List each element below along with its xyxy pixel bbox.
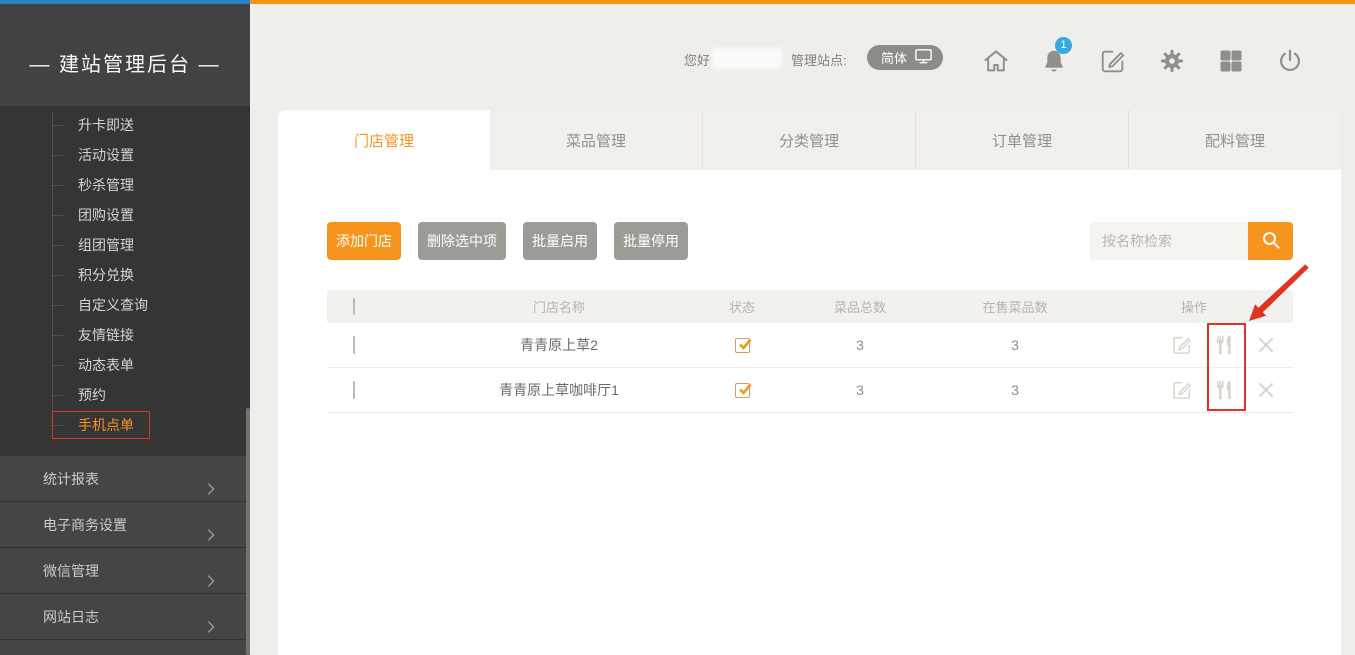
table-row: 青青原上草2 3 3 xyxy=(327,323,1293,368)
tab-ingredient-management[interactable]: 配料管理 xyxy=(1128,110,1341,170)
tab-store-management[interactable]: 门店管理 xyxy=(278,110,490,170)
dish-total: 3 xyxy=(785,382,935,398)
tab-dish-management[interactable]: 菜品管理 xyxy=(490,110,702,170)
status-checkbox-checked[interactable] xyxy=(735,338,750,353)
sidebar-section-statistics[interactable]: 统计报表 xyxy=(0,455,250,501)
red-highlight-box-sidebar xyxy=(52,411,150,439)
fork-knife-icon[interactable] xyxy=(1213,379,1235,401)
sidebar-section-wechat[interactable]: 微信管理 xyxy=(0,547,250,593)
header-on-sale-count: 在售菜品数 xyxy=(935,297,1095,316)
chevron-right-icon xyxy=(202,516,220,534)
sidebar-item-upgrade-card-gift[interactable]: 升卡即送 xyxy=(0,110,250,140)
sidebar-item-custom-query[interactable]: 自定义查询 xyxy=(0,290,250,320)
content-panel: 门店管理 菜品管理 分类管理 订单管理 配料管理 添加门店 删除选中项 批量启用… xyxy=(278,110,1341,655)
admin-screen: — 建站管理后台 — 升卡即送 活动设置 秒杀管理 团购设置 组团管理 积分兑换… xyxy=(0,0,1355,655)
power-icon[interactable] xyxy=(1276,47,1304,75)
search-icon xyxy=(1259,228,1283,255)
batch-disable-button[interactable]: 批量停用 xyxy=(614,222,688,260)
header-dish-total: 菜品总数 xyxy=(785,297,935,316)
main-area: 您好 管理站点: 简体 1 门店管理 菜品管理 xyxy=(250,4,1355,655)
edit-icon[interactable] xyxy=(1171,334,1193,356)
sidebar-header: — 建站管理后台 — xyxy=(0,4,250,106)
fork-knife-icon[interactable] xyxy=(1213,334,1235,356)
store-table: 门店名称 状态 菜品总数 在售菜品数 操作 青青原上草2 3 3 xyxy=(327,290,1293,413)
dish-total: 3 xyxy=(785,337,935,353)
sidebar-item-dynamic-forms[interactable]: 动态表单 xyxy=(0,350,250,380)
status-checkbox-checked[interactable] xyxy=(735,383,750,398)
batch-enable-button[interactable]: 批量启用 xyxy=(523,222,597,260)
notification-badge: 1 xyxy=(1055,37,1072,54)
edit-icon[interactable] xyxy=(1099,47,1127,75)
select-all-checkbox[interactable] xyxy=(353,298,355,315)
delete-icon[interactable] xyxy=(1255,334,1277,356)
sidebar-item-group-manage[interactable]: 组团管理 xyxy=(0,230,250,260)
sidebar-section-site-logs[interactable]: 网站日志 xyxy=(0,593,250,639)
table-header-row: 门店名称 状态 菜品总数 在售菜品数 操作 xyxy=(327,290,1293,323)
sidebar: — 建站管理后台 — 升卡即送 活动设置 秒杀管理 团购设置 组团管理 积分兑换… xyxy=(0,4,250,655)
row-checkbox[interactable] xyxy=(353,381,355,399)
redacted-username xyxy=(712,48,782,69)
sidebar-item-flash-sale[interactable]: 秒杀管理 xyxy=(0,170,250,200)
home-icon[interactable] xyxy=(982,47,1010,75)
chevron-right-icon xyxy=(202,470,220,488)
header-actions: 操作 xyxy=(1095,297,1293,316)
search-input[interactable] xyxy=(1090,222,1248,260)
on-sale-count: 3 xyxy=(935,337,1095,353)
edit-icon[interactable] xyxy=(1171,379,1193,401)
managed-site-label: 管理站点: xyxy=(791,50,847,69)
header-store-name: 门店名称 xyxy=(419,297,699,316)
app-title: — 建站管理后台 — xyxy=(0,48,250,77)
sidebar-item-reservation[interactable]: 预约 xyxy=(0,380,250,410)
sidebar-item-points-exchange[interactable]: 积分兑换 xyxy=(0,260,250,290)
chevron-right-icon xyxy=(202,608,220,626)
row-checkbox[interactable] xyxy=(353,336,355,354)
sidebar-item-friend-links[interactable]: 友情链接 xyxy=(0,320,250,350)
search-bar xyxy=(1090,222,1293,260)
table-row: 青青原上草咖啡厅1 3 3 xyxy=(327,368,1293,413)
sidebar-submenu: 升卡即送 活动设置 秒杀管理 团购设置 组团管理 积分兑换 自定义查询 友情链接… xyxy=(0,106,250,455)
chevron-right-icon xyxy=(202,562,220,580)
greeting-text: 您好 xyxy=(684,50,710,69)
tab-order-management[interactable]: 订单管理 xyxy=(915,110,1128,170)
tab-bar: 门店管理 菜品管理 分类管理 订单管理 配料管理 xyxy=(278,110,1341,170)
on-sale-count: 3 xyxy=(935,382,1095,398)
store-name: 青青原上草咖啡厅1 xyxy=(419,380,699,400)
apps-grid-icon[interactable] xyxy=(1217,47,1245,75)
add-store-button[interactable]: 添加门店 xyxy=(327,222,401,260)
sidebar-sections: 统计报表 电子商务设置 微信管理 网站日志 xyxy=(0,455,250,655)
delete-icon[interactable] xyxy=(1255,379,1277,401)
gear-icon[interactable] xyxy=(1158,47,1186,75)
sidebar-item-activity-settings[interactable]: 活动设置 xyxy=(0,140,250,170)
store-name: 青青原上草2 xyxy=(419,335,699,355)
toolbar: 添加门店 删除选中项 批量启用 批量停用 xyxy=(327,222,688,260)
sidebar-section-partial xyxy=(0,639,250,655)
sidebar-item-mobile-ordering[interactable]: 手机点单 xyxy=(0,410,250,440)
sidebar-item-group-buy[interactable]: 团购设置 xyxy=(0,200,250,230)
header-status: 状态 xyxy=(699,297,785,316)
delete-selected-button[interactable]: 删除选中项 xyxy=(418,222,506,260)
monitor-icon xyxy=(914,47,933,68)
language-pill-button[interactable]: 简体 xyxy=(867,45,943,70)
sidebar-section-ecommerce[interactable]: 电子商务设置 xyxy=(0,501,250,547)
tab-category-management[interactable]: 分类管理 xyxy=(702,110,915,170)
search-button[interactable] xyxy=(1248,222,1293,260)
